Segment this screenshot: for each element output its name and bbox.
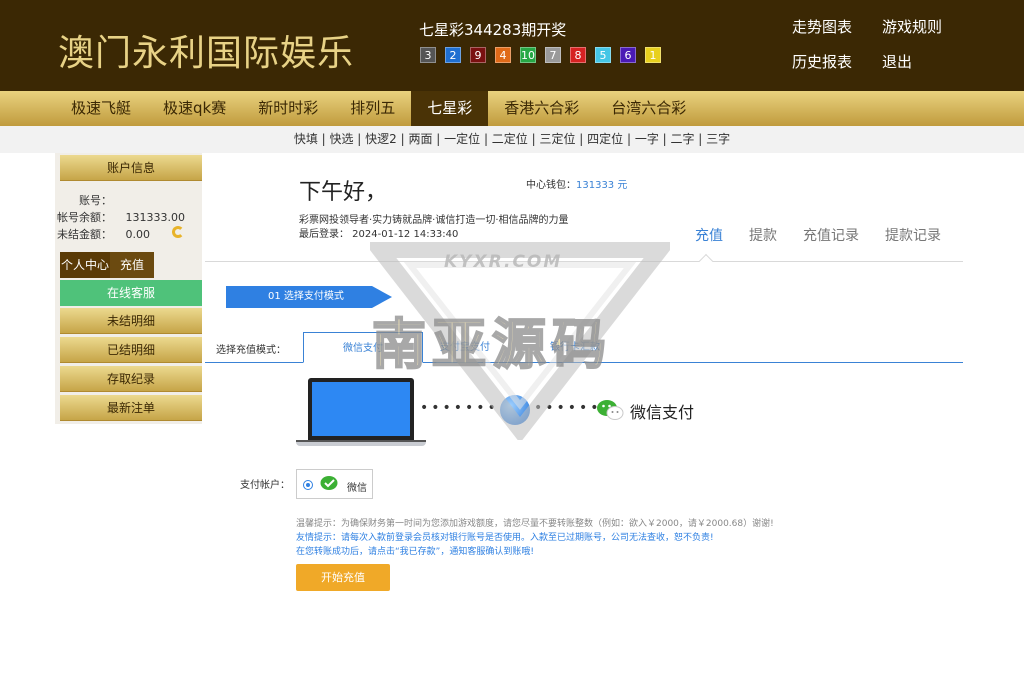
top-links: 走势图表 游戏规则 历史报表 退出 (792, 16, 992, 72)
tab-withdraw[interactable]: 提款 (749, 225, 777, 245)
draw-ball: 1 (645, 47, 661, 63)
nav-tab[interactable]: 七星彩 (411, 91, 489, 126)
personal-center-button[interactable]: 个人中心 (60, 252, 110, 278)
nav-tab[interactable]: 极速qk赛 (147, 91, 242, 126)
draw-ball: 10 (520, 47, 536, 63)
start-recharge-button[interactable]: 开始充值 (296, 564, 390, 591)
unsettled-label: 未结金额： (57, 228, 112, 241)
wallet-value: 131333 元 (576, 180, 628, 191)
top-header: 澳门永利国际娱乐 七星彩344283期开奖 3 2 9 4 10 7 8 5 6 1 走势图表 游… (0, 0, 1024, 91)
watermark-text: 南亚源码 (371, 312, 612, 377)
draw-ball: 6 (620, 47, 636, 63)
unsettled-row: 未结金额： 0.00 (55, 226, 150, 242)
sidebar-item-unsettled[interactable]: 未结明细 (60, 308, 202, 334)
account-label: 账号： (79, 194, 112, 207)
tab-recharge[interactable]: 充值 (695, 225, 723, 245)
draw-ball: 5 (595, 47, 611, 63)
play-type-subnav[interactable]: 快填 | 快选 | 快逻2 | 两面 | 一定位 | 二定位 | 三定位 | 四… (0, 126, 1024, 153)
draw-title: 七星彩344283期开奖 (419, 21, 567, 39)
balance-value: 131333.00 (125, 211, 186, 224)
wechat-small-icon (320, 476, 338, 490)
draw-balls: 3 2 9 4 10 7 8 5 6 1 (420, 47, 661, 63)
trend-chart-link[interactable]: 走势图表 (792, 16, 882, 37)
draw-ball: 9 (470, 47, 486, 63)
laptop-base (296, 440, 426, 446)
sidebar-item-latest-bets[interactable]: 最新注单 (60, 395, 202, 421)
unsettled-value: 0.00 (125, 228, 151, 241)
watermark-url: KYXR.COM (444, 252, 563, 272)
wechat-pay-label: 微信支付 (630, 403, 695, 422)
laptop-icon (308, 378, 414, 440)
history-report-link[interactable]: 历史报表 (792, 51, 882, 72)
wechat-icon (597, 400, 624, 420)
pay-account-option-label: 微信 (347, 483, 367, 494)
nav-tab[interactable]: 台湾六合彩 (595, 91, 702, 126)
last-login: 最后登录： 2024-01-12 14:33:40 (299, 229, 459, 240)
tip-warm: 温馨提示：为确保财务第一时间为您添加游戏额度，请您尽量不要转账整数（例如：欲入￥… (296, 519, 774, 529)
step-indicator: 01 选择支付模式 (226, 286, 372, 308)
balance-label: 帐号余额： (57, 211, 112, 224)
slogan: 彩票网投领导者·实力铸就品牌·诚信打造一切·相信品牌的力量 (299, 215, 569, 226)
greeting: 下午好， (299, 180, 388, 205)
pay-account-label: 支付帐户： (240, 480, 290, 491)
logout-link[interactable]: 退出 (882, 51, 972, 72)
nav-tab[interactable]: 排列五 (334, 91, 411, 126)
draw-ball: 7 (545, 47, 561, 63)
draw-ball: 3 (420, 47, 436, 63)
nav-tab[interactable]: 香港六合彩 (488, 91, 595, 126)
refresh-icon[interactable] (172, 226, 184, 238)
nav-tab[interactable]: 极速飞艇 (55, 91, 147, 126)
active-tab-caret (698, 253, 714, 269)
draw-ball: 8 (570, 47, 586, 63)
tip-after-transfer: 在您转账成功后，请点击“我已存款”，通知客服确认到账哦! (296, 547, 534, 557)
account-info-header: 账户信息 (60, 155, 202, 181)
sidebar-item-settled[interactable]: 已结明细 (60, 337, 202, 363)
tip-friendly: 友情提示：请每次入款前登录会员核对银行账号是否使用。入款至已过期账号，公司无法查… (296, 533, 714, 543)
online-service-button[interactable]: 在线客服 (60, 280, 202, 306)
sidebar: 账户信息 账号： 帐号余额： 131333.00 未结金额： 0.00 个人中心… (55, 153, 202, 424)
game-rules-link[interactable]: 游戏规则 (882, 16, 972, 37)
balance-row: 帐号余额： 131333.00 (55, 209, 185, 225)
tabs-divider (205, 261, 963, 262)
connector-dots-right: •••••• (534, 400, 602, 416)
funds-tabs: 充值 提款 充值记录 提款记录 (695, 225, 941, 245)
nav-tab[interactable]: 新时时彩 (242, 91, 334, 126)
sidebar-item-deposit-records[interactable]: 存取纪录 (60, 366, 202, 392)
tab-recharge-records[interactable]: 充值记录 (803, 225, 859, 245)
recharge-button[interactable]: 充值 (110, 252, 154, 278)
pay-account-option[interactable]: 微信 (296, 469, 373, 499)
mode-label: 选择充值模式： (216, 345, 286, 356)
pay-account-radio[interactable] (303, 480, 313, 490)
tab-withdraw-records[interactable]: 提款记录 (885, 225, 941, 245)
account-row: 账号： (55, 192, 112, 208)
draw-ball: 2 (445, 47, 461, 63)
globe-icon (500, 395, 530, 425)
wallet-label: 中心钱包： (526, 180, 576, 191)
center-wallet: 中心钱包：131333 元 (526, 176, 627, 191)
game-nav: 极速飞艇 极速qk赛 新时时彩 排列五 七星彩 香港六合彩 台湾六合彩 (0, 91, 1024, 126)
site-logo[interactable]: 澳门永利国际娱乐 (58, 24, 354, 76)
draw-ball: 4 (495, 47, 511, 63)
